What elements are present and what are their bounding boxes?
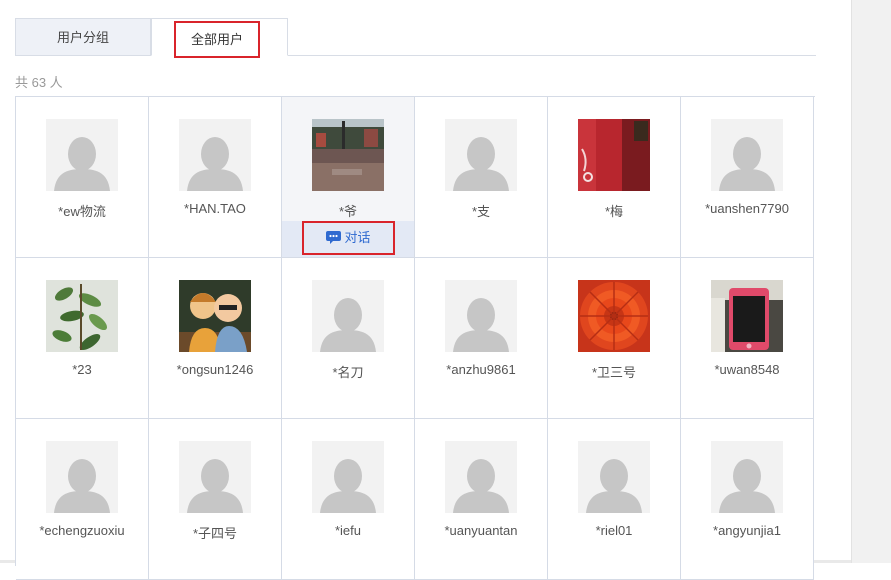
- user-avatar[interactable]: [179, 280, 251, 352]
- user-count: 共 63 人: [15, 75, 63, 90]
- page-right-gutter: [851, 0, 891, 563]
- default-avatar-icon[interactable]: [312, 280, 384, 352]
- user-card[interactable]: *echengzuoxiu: [16, 419, 149, 580]
- user-name: *ongsun1246: [176, 362, 254, 377]
- user-name: *梅: [604, 204, 624, 219]
- chat-bubble-icon: [326, 231, 342, 245]
- default-avatar-icon[interactable]: [578, 441, 650, 513]
- user-name: *angyunjia1: [713, 523, 781, 538]
- user-avatar[interactable]: [46, 280, 118, 352]
- user-name: *echengzuoxiu: [39, 523, 125, 538]
- user-card[interactable]: *ew物流: [16, 97, 149, 258]
- user-name: *爷: [338, 204, 358, 219]
- user-name: *子四号: [192, 526, 238, 541]
- user-card[interactable]: *名刀: [282, 258, 415, 419]
- default-avatar-icon[interactable]: [312, 441, 384, 513]
- user-card[interactable]: *卫三号: [548, 258, 681, 419]
- user-name: *anzhu9861: [446, 362, 516, 377]
- default-avatar-icon[interactable]: [179, 119, 251, 191]
- user-name: *iefu: [334, 523, 362, 538]
- user-name: *23: [72, 362, 92, 377]
- user-card[interactable]: *uanshen7790: [681, 97, 814, 258]
- user-avatar[interactable]: [312, 119, 384, 191]
- user-card[interactable]: *梅: [548, 97, 681, 258]
- user-name: *uwan8548: [714, 362, 780, 377]
- default-avatar-icon[interactable]: [445, 119, 517, 191]
- user-name: *ew物流: [58, 204, 106, 219]
- user-card[interactable]: *anzhu9861: [415, 258, 548, 419]
- tab-all-users[interactable]: 全部用户: [151, 18, 288, 58]
- chat-button-label: 对话: [302, 221, 395, 255]
- user-card[interactable]: *uanyuantan: [415, 419, 548, 580]
- user-grid: *ew物流 *HAN.TAO *爷对话 *支 *梅 *uanshen7790 *23 *ong…: [15, 96, 815, 580]
- user-card[interactable]: *ongsun1246: [149, 258, 282, 419]
- user-card[interactable]: *angyunjia1: [681, 419, 814, 580]
- user-avatar[interactable]: [578, 119, 650, 191]
- user-card[interactable]: *子四号: [149, 419, 282, 580]
- user-card[interactable]: *iefu: [282, 419, 415, 580]
- default-avatar-icon[interactable]: [445, 280, 517, 352]
- user-name: *uanyuantan: [444, 523, 518, 538]
- chat-button[interactable]: 对话: [282, 221, 414, 257]
- user-card[interactable]: *HAN.TAO: [149, 97, 282, 258]
- user-name: *riel01: [595, 523, 633, 538]
- default-avatar-icon[interactable]: [711, 119, 783, 191]
- chat-label: 对话: [344, 230, 371, 245]
- user-name: *HAN.TAO: [184, 201, 246, 216]
- user-avatar[interactable]: [711, 280, 783, 352]
- default-avatar-icon[interactable]: [46, 441, 118, 513]
- default-avatar-icon[interactable]: [445, 441, 517, 513]
- default-avatar-icon[interactable]: [46, 119, 118, 191]
- user-avatar[interactable]: [578, 280, 650, 352]
- user-card[interactable]: *23: [16, 258, 149, 419]
- user-card[interactable]: *支: [415, 97, 548, 258]
- default-avatar-icon[interactable]: [711, 441, 783, 513]
- tab-user-groups[interactable]: 用户分组: [15, 18, 151, 55]
- user-card[interactable]: *uwan8548: [681, 258, 814, 419]
- user-card[interactable]: *爷对话: [282, 97, 415, 258]
- default-avatar-icon[interactable]: [179, 441, 251, 513]
- user-card[interactable]: *riel01: [548, 419, 681, 580]
- tab-all-users-label: 全部用户: [174, 21, 260, 58]
- user-name: *卫三号: [591, 365, 637, 380]
- user-tabs: 用户分组 全部用户: [15, 18, 816, 58]
- user-name: *uanshen7790: [705, 201, 789, 216]
- user-name: *名刀: [332, 365, 364, 380]
- user-name: *支: [471, 204, 491, 219]
